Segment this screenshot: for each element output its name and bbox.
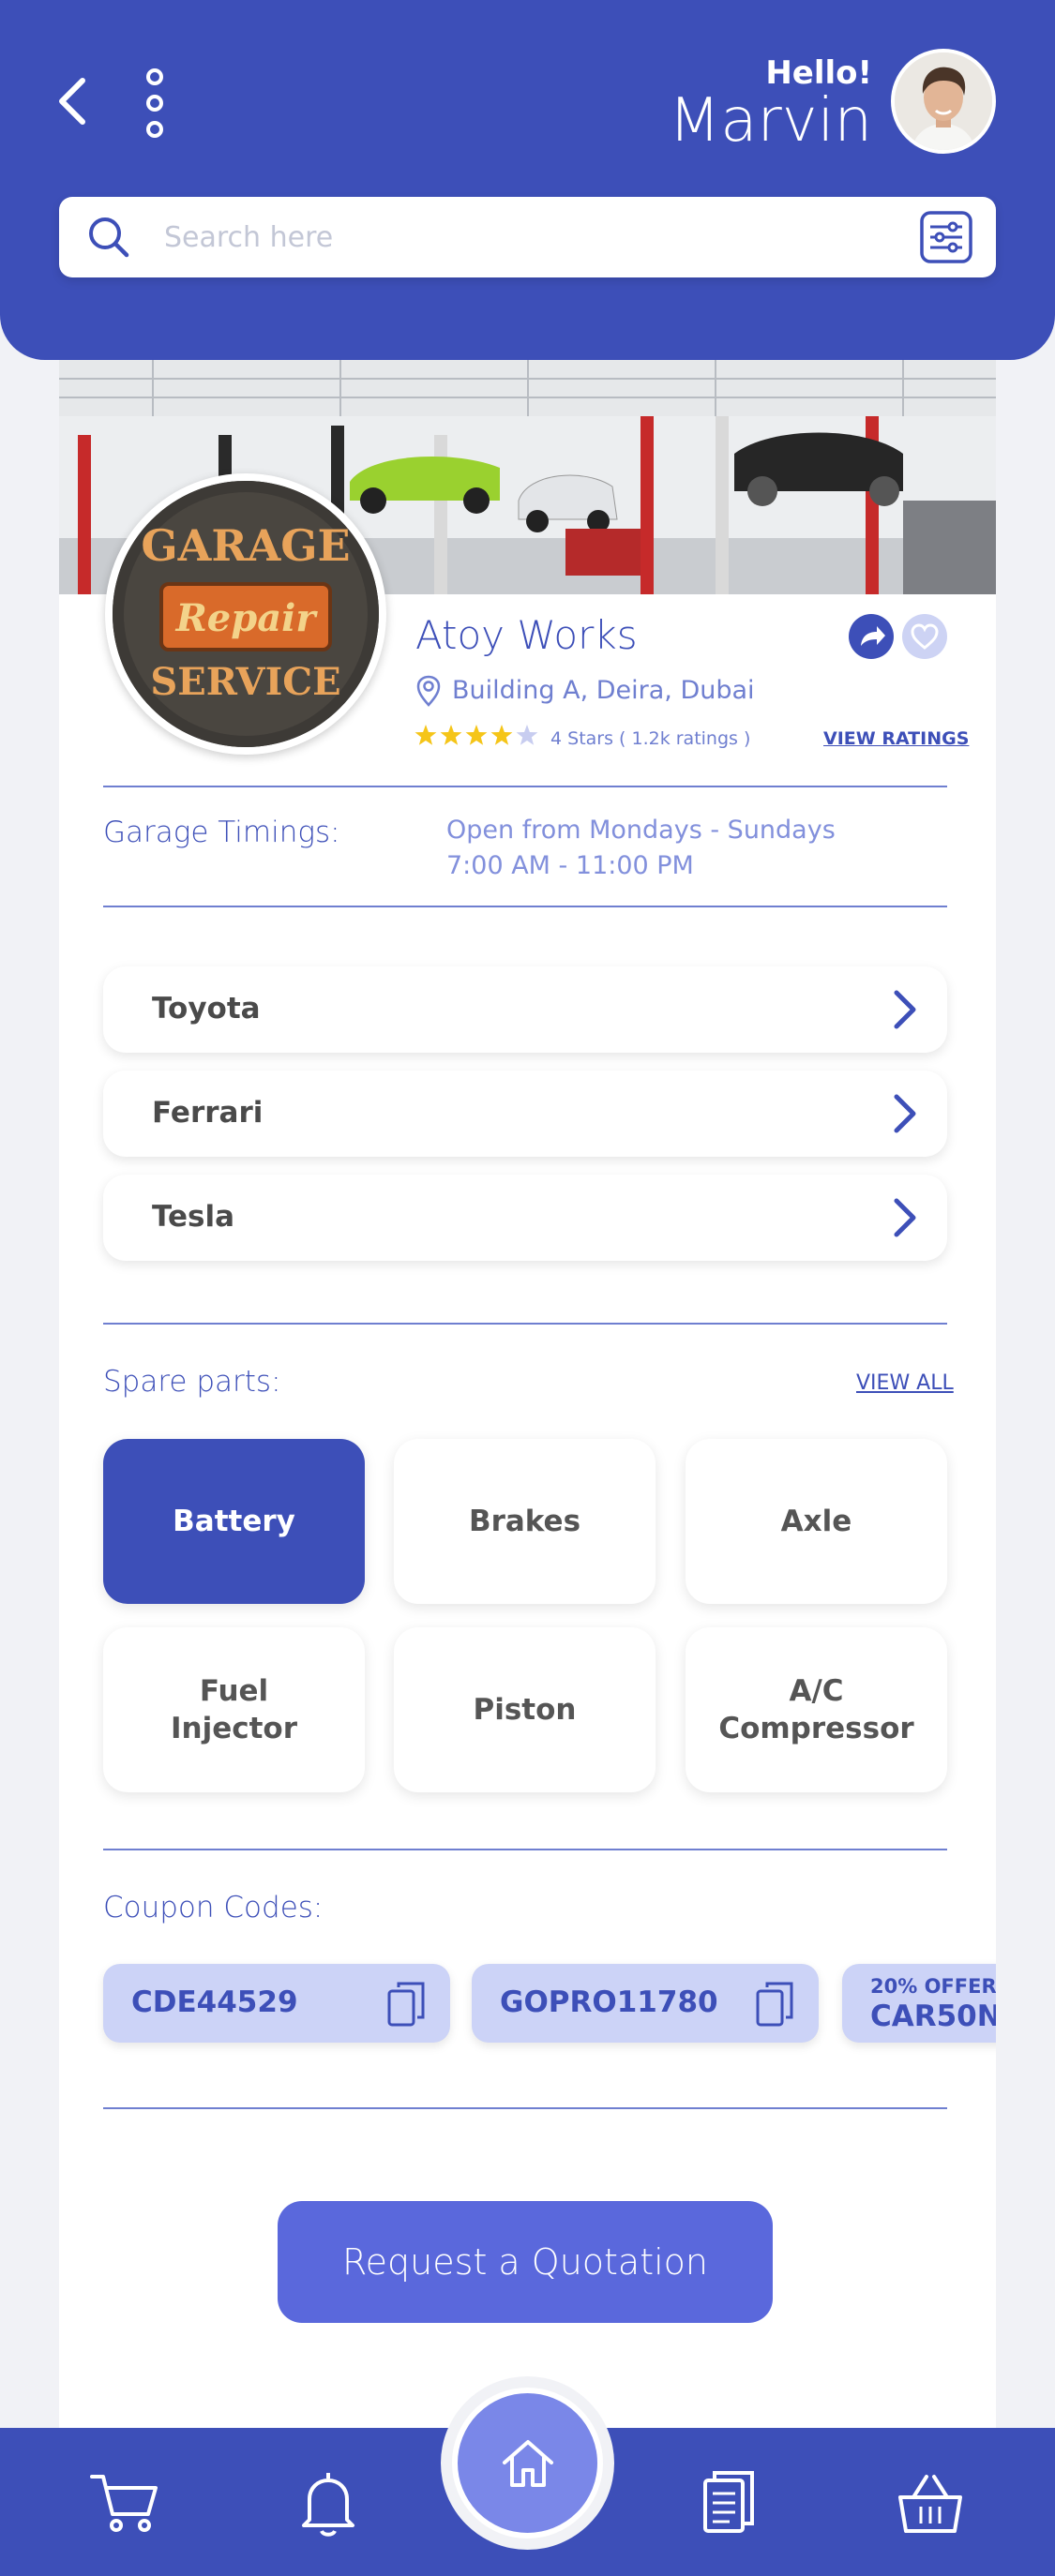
avatar[interactable] [891, 49, 996, 154]
home-button[interactable] [452, 2388, 603, 2539]
timings-label: Garage Timings: [103, 816, 340, 849]
search-input[interactable] [164, 214, 858, 261]
divider [103, 2107, 947, 2109]
coupon-code: GOPRO11780 [500, 1985, 718, 2019]
search-icon[interactable] [85, 214, 132, 261]
part-card-fuel-injector[interactable]: Fuel Injector [103, 1627, 365, 1792]
garage-location: Building A, Deira, Dubai [452, 676, 755, 705]
part-label: Fuel Injector [170, 1674, 298, 1745]
star-filled-icon [465, 725, 488, 745]
timings-hours: 7:00 AM - 11:00 PM [446, 851, 694, 880]
view-ratings-link[interactable]: VIEW RATINGS [823, 728, 969, 749]
coupon-codes-title: Coupon Codes: [103, 1891, 324, 1925]
logo-text-middle: Repair [175, 596, 319, 640]
brand-label: Toyota [152, 992, 261, 1026]
brand-item-tesla[interactable]: Tesla [103, 1175, 947, 1261]
copy-icon[interactable] [755, 1979, 796, 2029]
divider [103, 1849, 947, 1850]
divider [103, 906, 947, 907]
rating-stars [414, 725, 538, 745]
share-button[interactable] [849, 614, 894, 659]
share-arrow-icon [861, 626, 885, 646]
coupon-card[interactable]: CDE44529 [103, 1964, 450, 2043]
part-label: A/C Compressor [718, 1674, 914, 1745]
user-avatar-image [895, 52, 992, 150]
filter-settings-icon[interactable] [919, 210, 973, 264]
star-filled-icon [440, 725, 462, 745]
part-label: Brakes [468, 1505, 581, 1538]
coupon-code: CDE44529 [131, 1985, 298, 2019]
more-options-icon[interactable] [141, 66, 169, 141]
garage-name: Atoy Works [415, 612, 638, 658]
brand-label: Ferrari [152, 1096, 264, 1130]
star-empty-icon [516, 725, 538, 745]
request-quotation-button[interactable]: Request a Quotation [278, 2201, 773, 2323]
coupon-code: CAR50N [870, 1999, 996, 2033]
back-arrow-icon[interactable] [53, 73, 94, 129]
part-card-ac-compressor[interactable]: A/C Compressor [686, 1627, 947, 1792]
part-card-brakes[interactable]: Brakes [394, 1439, 656, 1604]
brand-label: Tesla [152, 1200, 235, 1234]
part-card-axle[interactable]: Axle [686, 1439, 947, 1604]
bell-icon[interactable] [291, 2465, 366, 2540]
home-icon [502, 2439, 553, 2487]
star-filled-icon [414, 725, 437, 745]
part-card-piston[interactable]: Piston [394, 1627, 656, 1792]
documents-icon[interactable] [692, 2465, 767, 2540]
logo-text-bottom: SERVICE [150, 660, 340, 704]
star-filled-icon [490, 725, 513, 745]
copy-icon[interactable] [386, 1979, 428, 2029]
brand-item-ferrari[interactable]: Ferrari [103, 1071, 947, 1157]
cart-icon[interactable] [86, 2465, 161, 2540]
brand-item-toyota[interactable]: Toyota [103, 966, 947, 1053]
part-label: Battery [173, 1505, 295, 1538]
chevron-right-icon [894, 1094, 916, 1133]
search-bar [59, 197, 996, 277]
view-all-link[interactable]: VIEW ALL [856, 1371, 954, 1395]
logo-text-top: GARAGE [141, 520, 350, 571]
app-header: Hello! Marvin [0, 0, 1055, 360]
basket-icon[interactable] [893, 2465, 968, 2540]
coupon-carousel[interactable]: CDE44529 GOPRO11780 20% OFFER CAR50N [59, 1945, 996, 2058]
garage-logo: GARAGE Repair SERVICE [105, 473, 386, 755]
user-name: Marvin [669, 86, 872, 156]
part-label: Axle [780, 1505, 852, 1538]
chevron-right-icon [894, 1198, 916, 1237]
coupon-card[interactable]: 20% OFFER CAR50N [842, 1964, 996, 2043]
location-pin-icon [416, 675, 441, 707]
heart-icon [911, 623, 939, 650]
timings-days: Open from Mondays - Sundays [446, 816, 836, 845]
spare-parts-title: Spare parts: [103, 1365, 281, 1399]
coupon-card[interactable]: GOPRO11780 [472, 1964, 819, 2043]
favorite-button[interactable] [902, 614, 947, 659]
coupon-offer: 20% OFFER [870, 1975, 996, 1998]
divider [103, 1323, 947, 1325]
part-card-battery[interactable]: Battery [103, 1439, 365, 1604]
rating-summary: 4 Stars ( 1.2k ratings ) [550, 728, 751, 749]
chevron-right-icon [894, 990, 916, 1029]
divider [103, 786, 947, 787]
part-label: Piston [473, 1693, 577, 1727]
